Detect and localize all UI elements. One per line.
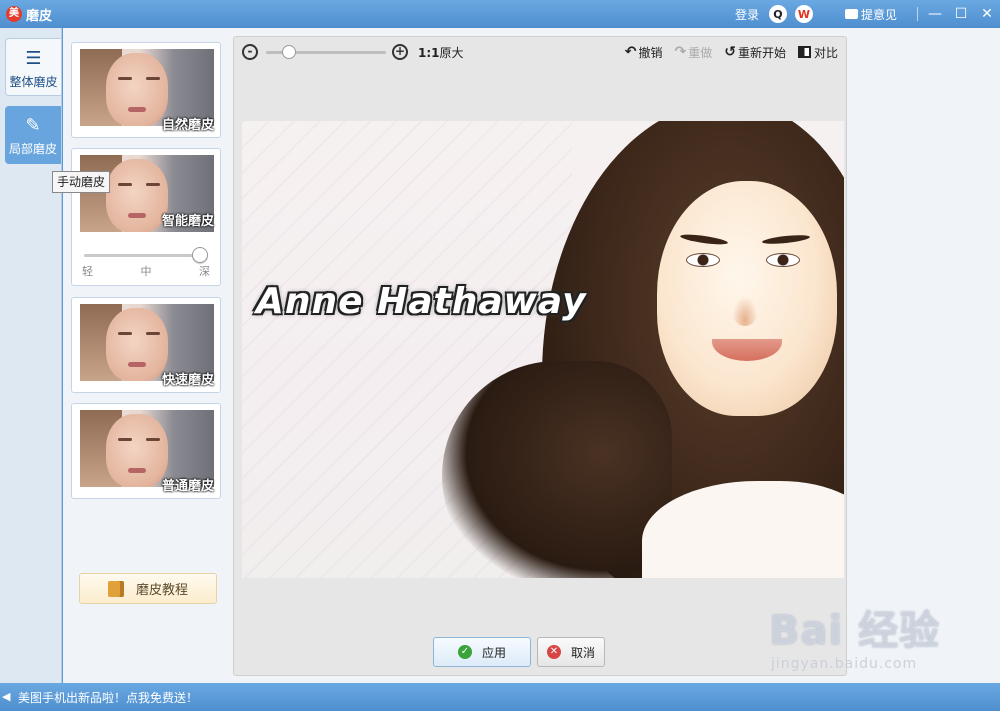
ratio-label: 原大 xyxy=(439,45,464,60)
canvas-panel: - + 1:1原大 ↶ 撤销 ↷ 重做 ↺ 重新开始 对比 Anne Hatha… xyxy=(233,36,847,676)
option-label: 普通磨皮 xyxy=(161,479,214,494)
restart-label: 重新开始 xyxy=(737,45,786,60)
redo-icon: ↷ xyxy=(674,44,687,60)
app-logo-icon: 美 xyxy=(6,6,22,22)
book-icon xyxy=(107,580,124,597)
tooltip: 手动磨皮 xyxy=(52,171,111,193)
brush-icon: ✎ xyxy=(25,115,41,136)
title-bar: 美 磨皮 登录 Q W 提意见 — ☐ ✕ xyxy=(0,0,1000,28)
compare-icon xyxy=(797,46,811,58)
status-message[interactable]: 美图手机出新品啦！点我免费送！ xyxy=(18,689,198,706)
option-card-fast[interactable]: 快速磨皮 xyxy=(71,297,221,393)
compare-button[interactable]: 对比 xyxy=(797,44,838,61)
apply-button[interactable]: ✓ 应用 xyxy=(433,637,531,667)
strength-deep-label: 深 xyxy=(199,265,210,278)
undo-icon: ↶ xyxy=(624,44,637,60)
chat-bubble-icon xyxy=(844,9,858,19)
tab-label: 局部磨皮 xyxy=(8,142,57,156)
edited-photo[interactable]: Anne Hathaway xyxy=(242,121,844,578)
option-card-smart[interactable]: 智能磨皮 轻 中 深 xyxy=(71,148,221,286)
apply-label: 应用 xyxy=(481,645,506,660)
watermark-logo: Bai 经验 xyxy=(769,608,941,654)
cancel-button[interactable]: ✕ 取消 xyxy=(537,637,605,667)
option-card-normal[interactable]: 普通磨皮 xyxy=(71,403,221,499)
undo-button[interactable]: ↶ 撤销 xyxy=(625,44,663,61)
close-icon: ✕ xyxy=(546,645,561,659)
option-label: 快速磨皮 xyxy=(161,373,214,388)
redo-label: 重做 xyxy=(688,45,713,60)
qq-icon[interactable]: Q xyxy=(768,5,787,23)
undo-label: 撤销 xyxy=(638,45,663,60)
option-label: 自然磨皮 xyxy=(161,118,214,133)
mode-tab-strip: ☰ 整体磨皮 ✎ 局部磨皮 xyxy=(0,28,62,683)
window-title: 磨皮 xyxy=(26,9,53,24)
slider-track xyxy=(84,254,202,257)
options-panel: 自然磨皮 智能磨皮 轻 中 深 快速磨皮 普通磨皮 磨皮教程 xyxy=(63,28,229,683)
redo-button[interactable]: ↷ 重做 xyxy=(674,44,712,61)
tutorial-label: 磨皮教程 xyxy=(135,583,188,598)
app-window: 美 磨皮 登录 Q W 提意见 — ☐ ✕ ☰ 整体磨皮 ✎ 局部磨皮 手动磨皮 xyxy=(0,0,1000,711)
login-link[interactable]: 登录 xyxy=(735,6,759,23)
minimize-button[interactable]: — xyxy=(922,0,948,28)
restart-button[interactable]: ↺ 重新开始 xyxy=(724,44,786,61)
strength-light-label: 轻 xyxy=(82,265,93,278)
restart-icon: ↺ xyxy=(724,44,736,60)
feedback-label: 提意见 xyxy=(860,7,897,22)
baidu-watermark: Bai 经验 jingyan.baidu.com xyxy=(769,598,999,683)
weibo-icon[interactable]: W xyxy=(794,5,813,23)
zoom-slider[interactable] xyxy=(266,44,386,59)
slider-handle[interactable] xyxy=(192,247,208,263)
speaker-icon: ◀ xyxy=(2,690,11,703)
tutorial-button[interactable]: 磨皮教程 xyxy=(79,573,217,604)
zoom-in-icon[interactable]: + xyxy=(392,44,408,60)
photo-caption: Anne Hathaway xyxy=(256,281,587,322)
tab-label: 整体磨皮 xyxy=(9,75,58,89)
zoom-slider-handle[interactable] xyxy=(282,44,296,59)
maximize-button[interactable]: ☐ xyxy=(948,0,974,28)
option-card-natural[interactable]: 自然磨皮 xyxy=(71,42,221,138)
tab-whole-smoothing[interactable]: ☰ 整体磨皮 xyxy=(5,38,61,96)
ratio-value: 1:1 xyxy=(418,45,440,60)
compare-label: 对比 xyxy=(813,45,838,60)
strength-medium-label: 中 xyxy=(140,265,152,278)
strength-slider[interactable] xyxy=(84,245,208,265)
status-bar[interactable]: ◀ 美图手机出新品啦！点我免费送！ xyxy=(0,683,1000,711)
workspace: - + 1:1原大 ↶ 撤销 ↷ 重做 ↺ 重新开始 对比 Anne Hatha… xyxy=(229,28,1000,683)
close-button[interactable]: ✕ xyxy=(974,0,1000,28)
feedback-button[interactable]: 提意见 xyxy=(844,6,897,23)
tab-local-smoothing[interactable]: ✎ 局部磨皮 xyxy=(5,106,61,164)
check-icon: ✓ xyxy=(457,645,472,659)
actual-size-button[interactable]: 1:1原大 xyxy=(418,44,464,61)
canvas-toolbar: - + 1:1原大 ↶ 撤销 ↷ 重做 ↺ 重新开始 对比 xyxy=(234,37,846,67)
cancel-label: 取消 xyxy=(570,645,595,660)
sliders-icon: ☰ xyxy=(25,48,42,69)
strength-labels: 轻 中 深 xyxy=(82,263,210,279)
zoom-out-icon[interactable]: - xyxy=(242,44,258,60)
watermark-url: jingyan.baidu.com xyxy=(771,656,918,672)
option-label: 智能磨皮 xyxy=(161,214,214,229)
title-separator xyxy=(917,7,918,21)
